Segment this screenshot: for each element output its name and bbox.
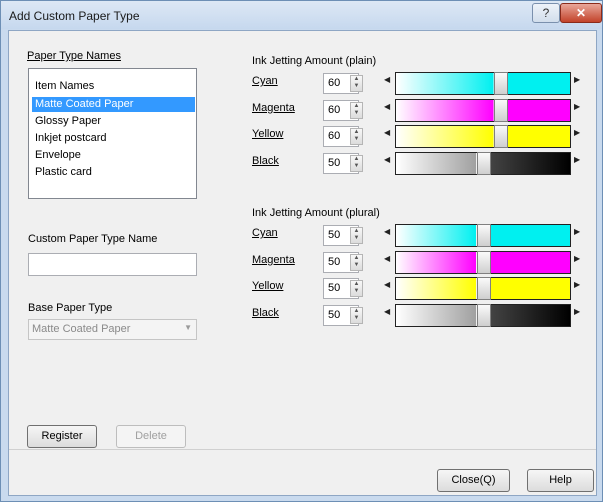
ink-row-cyan: Cyan 60 ▲ ▼ ◀ ▶ — [249, 72, 589, 95]
base-type-select[interactable]: Matte Coated Paper ▼ — [28, 319, 197, 340]
base-type-value: Matte Coated Paper — [32, 323, 131, 335]
scroll-right-icon[interactable]: ▶ — [574, 254, 580, 263]
scroll-left-icon[interactable]: ◀ — [384, 254, 390, 263]
plain-section-label: Ink Jetting Amount (plain) — [252, 55, 377, 67]
dialog-window: Add Custom Paper Type ? ✕ Paper Type Nam… — [0, 0, 603, 502]
scroll-left-icon[interactable]: ◀ — [384, 155, 390, 164]
ink-row-yellow: Yellow 60 ▲ ▼ ◀ ▶ — [249, 125, 589, 148]
divider — [9, 449, 596, 450]
help-button[interactable]: Help — [527, 469, 594, 492]
scroll-left-icon[interactable]: ◀ — [384, 227, 390, 236]
ink-row-cyan: Cyan 50 ▲ ▼ ◀ ▶ — [249, 224, 589, 247]
slider-thumb[interactable] — [477, 250, 491, 274]
slider-thumb[interactable] — [477, 277, 491, 300]
title-bar: Add Custom Paper Type ? ✕ — [1, 1, 602, 29]
spin-arrows-icon[interactable]: ▲ ▼ — [350, 128, 363, 145]
list-item[interactable]: Envelope — [32, 148, 195, 163]
scroll-right-icon[interactable]: ▶ — [574, 155, 580, 164]
slider-thumb[interactable] — [477, 224, 491, 247]
slider-thumb[interactable] — [494, 125, 508, 148]
ink-amount-slider[interactable] — [395, 151, 571, 175]
amount-stepper[interactable]: 50 ▲ ▼ — [323, 304, 363, 326]
help-icon[interactable]: ? — [532, 3, 560, 23]
amount-stepper[interactable]: 50 ▲ ▼ — [323, 152, 363, 174]
custom-name-label: Custom Paper Type Name — [28, 233, 158, 245]
spin-arrows-icon[interactable]: ▲ ▼ — [350, 75, 363, 92]
scroll-right-icon[interactable]: ▶ — [574, 280, 580, 289]
close-icon[interactable]: ✕ — [560, 3, 602, 23]
scroll-left-icon[interactable]: ◀ — [384, 128, 390, 137]
dialog-body: Paper Type Names Item Names Matte Coated… — [8, 30, 597, 496]
scroll-right-icon[interactable]: ▶ — [574, 128, 580, 137]
scroll-right-icon[interactable]: ▶ — [574, 75, 580, 84]
scroll-left-icon[interactable]: ◀ — [384, 280, 390, 289]
scroll-left-icon[interactable]: ◀ — [384, 102, 390, 111]
amount-value: 60 — [328, 103, 341, 116]
ink-amount-slider[interactable] — [395, 98, 571, 122]
spin-arrows-icon[interactable]: ▲ ▼ — [350, 154, 363, 172]
amount-stepper[interactable]: 60 ▲ ▼ — [323, 73, 363, 94]
ink-amount-slider[interactable] — [395, 72, 571, 95]
spin-arrows-icon[interactable]: ▲ ▼ — [350, 101, 363, 119]
ink-amount-slider[interactable] — [395, 125, 571, 148]
ink-amount-slider[interactable] — [395, 224, 571, 247]
scroll-right-icon[interactable]: ▶ — [574, 227, 580, 236]
ink-amount-slider[interactable] — [395, 250, 571, 274]
chevron-down-icon: ▼ — [184, 323, 192, 332]
list-item[interactable]: Matte Coated Paper — [32, 97, 195, 112]
custom-name-input[interactable] — [28, 253, 197, 276]
ink-row-label: Magenta — [252, 101, 295, 114]
ink-amount-slider[interactable] — [395, 303, 571, 327]
ink-amount-slider[interactable] — [395, 277, 571, 300]
spin-arrows-icon[interactable]: ▲ ▼ — [350, 306, 363, 324]
ink-row-label: Black — [252, 154, 279, 167]
amount-value: 50 — [328, 156, 341, 169]
list-header: Item Names — [35, 80, 95, 92]
ink-row-label: Cyan — [252, 75, 278, 87]
scroll-right-icon[interactable]: ▶ — [574, 307, 580, 316]
amount-stepper[interactable]: 50 ▲ ▼ — [323, 251, 363, 273]
window-title: Add Custom Paper Type — [9, 9, 140, 23]
ink-row-magenta: Magenta 60 ▲ ▼ ◀ ▶ — [249, 98, 589, 122]
ink-row-black: Black 50 ▲ ▼ ◀ ▶ — [249, 151, 589, 175]
slider-thumb[interactable] — [494, 72, 508, 95]
list-item[interactable]: Inkjet postcard — [32, 131, 195, 146]
amount-stepper[interactable]: 60 ▲ ▼ — [323, 99, 363, 121]
ink-row-yellow: Yellow 50 ▲ ▼ ◀ ▶ — [249, 277, 589, 300]
amount-value: 60 — [328, 77, 341, 89]
ink-row-label: Yellow — [252, 128, 284, 140]
amount-value: 50 — [328, 229, 341, 241]
ink-row-label: Black — [252, 306, 279, 319]
ink-row-magenta: Magenta 50 ▲ ▼ ◀ ▶ — [249, 250, 589, 274]
close-button[interactable]: Close(Q) — [437, 469, 510, 492]
amount-value: 60 — [328, 130, 341, 142]
list-item[interactable]: Plastic card — [32, 165, 195, 180]
paper-type-names-label: Paper Type Names — [27, 50, 121, 62]
spin-arrows-icon[interactable]: ▲ ▼ — [350, 253, 363, 271]
plural-section-label: Ink Jetting Amount (plural) — [252, 207, 380, 219]
delete-button[interactable]: Delete — [116, 425, 186, 448]
ink-row-label: Yellow — [252, 280, 284, 292]
amount-value: 50 — [328, 282, 341, 294]
paper-type-listbox[interactable]: Item Names Matte Coated Paper Glossy Pap… — [28, 68, 197, 199]
spin-arrows-icon[interactable]: ▲ ▼ — [350, 227, 363, 244]
amount-value: 50 — [328, 255, 341, 268]
scroll-right-icon[interactable]: ▶ — [574, 102, 580, 111]
amount-stepper[interactable]: 60 ▲ ▼ — [323, 126, 363, 147]
scroll-left-icon[interactable]: ◀ — [384, 307, 390, 316]
amount-stepper[interactable]: 50 ▲ ▼ — [323, 225, 363, 246]
scroll-left-icon[interactable]: ◀ — [384, 75, 390, 84]
ink-row-black: Black 50 ▲ ▼ ◀ ▶ — [249, 303, 589, 327]
base-type-label: Base Paper Type — [28, 302, 113, 314]
slider-thumb[interactable] — [494, 98, 508, 122]
ink-row-label: Cyan — [252, 227, 278, 239]
slider-thumb[interactable] — [477, 303, 491, 327]
slider-thumb[interactable] — [477, 151, 491, 175]
register-button[interactable]: Register — [27, 425, 97, 448]
spin-arrows-icon[interactable]: ▲ ▼ — [350, 280, 363, 297]
list-item[interactable]: Glossy Paper — [32, 114, 195, 129]
amount-stepper[interactable]: 50 ▲ ▼ — [323, 278, 363, 299]
ink-row-label: Magenta — [252, 253, 295, 266]
amount-value: 50 — [328, 308, 341, 321]
